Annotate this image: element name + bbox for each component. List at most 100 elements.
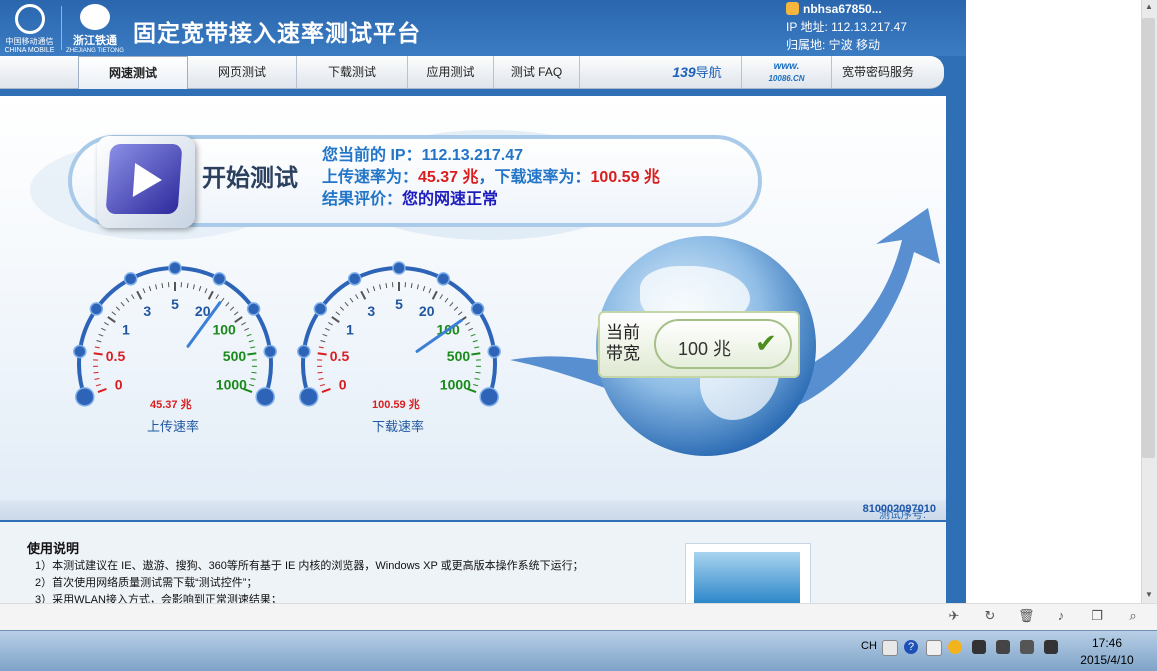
ip-value: 112.13.217.47 [422, 147, 523, 164]
tab-download-test[interactable]: 下载测试 [297, 56, 408, 88]
gauge-tick [143, 288, 145, 293]
start-test-button[interactable] [97, 136, 195, 228]
gauge-tick [251, 378, 256, 379]
gauge-tick [226, 302, 229, 306]
gauge-tick [473, 384, 478, 385]
check-icon: ✔ [755, 328, 777, 359]
gauge-tick-label: 500 [447, 348, 471, 364]
gauge-tick [417, 284, 418, 289]
username-link[interactable]: nbhsa67850... [803, 2, 882, 16]
user-icon [786, 2, 799, 15]
gauge-tick [318, 378, 323, 379]
gauge-tick [94, 353, 103, 354]
test-serial: 测试序号: 810002097010 [863, 503, 936, 515]
gauge-tick [162, 283, 163, 288]
tab-speed-test[interactable]: 网速测试 [78, 56, 188, 89]
gauge-knob [213, 273, 225, 285]
zhejiang-tietong-logo-icon [80, 4, 110, 30]
gauge-tick [156, 284, 157, 289]
gauge-tick [108, 317, 115, 322]
scrollbar-thumb[interactable] [1142, 18, 1155, 458]
help-icon[interactable]: ? [904, 640, 918, 654]
input-method-icon[interactable] [926, 640, 942, 656]
scroll-up-icon[interactable]: ▲ [1141, 0, 1157, 14]
link-password-service[interactable]: 宽带密码服务 [833, 56, 923, 88]
gauge-knob [298, 345, 310, 357]
qq-icon[interactable] [948, 640, 962, 654]
network-icon[interactable] [1020, 640, 1034, 654]
site-title: 固定宽带接入速率测试平台 [133, 14, 421, 48]
upload-label: 上传速率为： [322, 169, 418, 186]
gauge-tick [235, 317, 242, 322]
gauge-tick [450, 302, 453, 306]
tab-web-test[interactable]: 网页测试 [188, 56, 297, 88]
gauge-tick [476, 372, 481, 373]
gauge-tick-label: 0.5 [330, 348, 350, 364]
window-icon[interactable]: ❐ [1089, 608, 1105, 624]
gauge-tick [468, 328, 473, 330]
gauge-tick [325, 328, 330, 330]
refresh-icon[interactable]: ↻ [982, 608, 998, 624]
gauge-tick [320, 384, 325, 385]
zhejiang-tietong-logo-text: 浙江铁通 [66, 32, 124, 48]
download-gauge-speed: 100.59 兆 [372, 396, 420, 412]
gauge-tick [94, 378, 99, 379]
app-tray-icon[interactable] [972, 640, 986, 654]
gauge-knob [76, 388, 94, 406]
usage-item: 3）采用WLAN接入方式，会影响到正常测速结果； [35, 591, 282, 603]
china-mobile-logo-icon [15, 4, 45, 34]
gauge-tick [471, 334, 476, 336]
language-indicator[interactable]: CH [861, 640, 877, 652]
gauge-tick [440, 295, 443, 299]
gauge-tick [95, 347, 100, 348]
gauge-tick [336, 312, 340, 315]
gauge-knob [125, 273, 137, 285]
start-test-label[interactable]: 开始测试 [202, 158, 298, 193]
gauge-tick [319, 347, 324, 348]
gauge-knob [300, 388, 318, 406]
gauge-tick [193, 284, 194, 289]
gauge-tick [230, 307, 234, 310]
gauge-tick [98, 389, 106, 392]
sound-icon[interactable]: ♪ [1053, 608, 1069, 624]
logo-divider [61, 6, 62, 50]
ip-line: 您当前的 IP：112.13.217.47 [322, 141, 523, 165]
zhejiang-tietong-logo: 浙江铁通 ZHEJIANG TIETONG [66, 4, 124, 52]
zoom-icon[interactable]: ⌕ [1125, 608, 1141, 624]
gauge-tick [121, 302, 124, 306]
gauge-tick [116, 307, 120, 310]
scroll-down-icon[interactable]: ▼ [1141, 588, 1157, 602]
gauge-knob [256, 388, 274, 406]
pin-icon[interactable]: ✈ [946, 608, 962, 624]
gauge-knob [472, 303, 484, 315]
result-line: 结果评价：您的网速正常 [322, 185, 498, 209]
taskbar-clock[interactable]: 17:46 2015/4/10 [1073, 635, 1141, 669]
gauge-tick [249, 340, 254, 341]
trash-icon[interactable]: 🗑 [1018, 608, 1034, 624]
gauge-tick [131, 295, 134, 299]
volume-icon[interactable] [1044, 640, 1058, 654]
link-139-nav[interactable]: 139导航 [653, 56, 742, 88]
gauge-tick [445, 298, 448, 302]
gauge-tick [149, 286, 151, 291]
gauge-tick [241, 322, 245, 325]
gauge-tick-label: 3 [143, 303, 151, 319]
clock-date: 2015/4/10 [1073, 652, 1141, 669]
tab-app-test[interactable]: 应用测试 [408, 56, 494, 88]
link-139-text: 导航 [696, 65, 722, 80]
gauge-knob [248, 303, 260, 315]
usb-icon[interactable] [996, 640, 1010, 654]
gauge-tick [345, 302, 348, 306]
gauge-tick [361, 291, 365, 299]
gauge-tick [454, 307, 458, 310]
link-10086[interactable]: www. 10086.CN [742, 56, 832, 88]
gauge-tick-label: 1000 [440, 377, 471, 393]
gauge-tick-label: 20 [419, 303, 435, 319]
test-serial-bar: 测试序号: 810002097010 [0, 500, 946, 520]
gauge-tick [93, 372, 98, 373]
upload-value: 45.37 兆 [418, 169, 479, 186]
gauge-tick-label: 3 [367, 303, 375, 319]
tab-faq[interactable]: 测试 FAQ [494, 56, 580, 88]
keyboard-icon[interactable] [882, 640, 898, 656]
gauge-tick-label: 1 [122, 322, 130, 338]
